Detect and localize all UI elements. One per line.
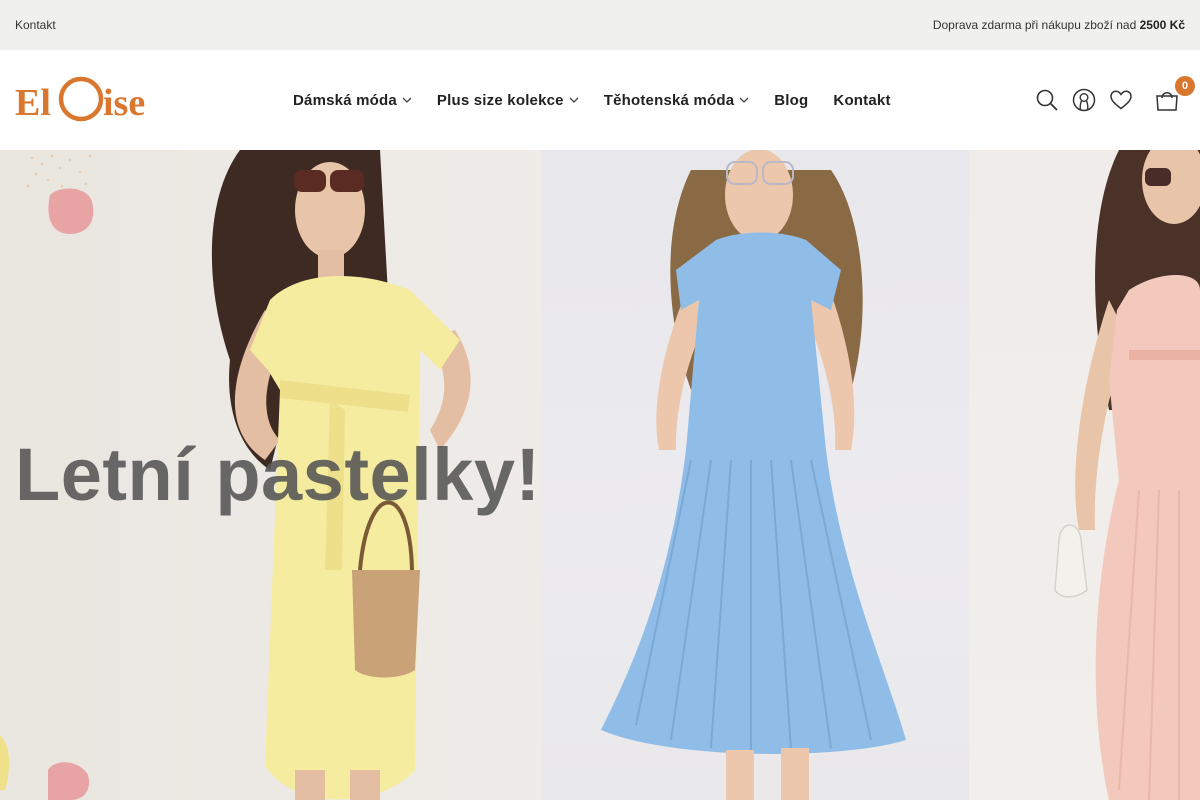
nav-item-tehotenska-moda[interactable]: Těhotenská móda (604, 92, 750, 109)
main-nav: Dámská móda Plus size kolekce Těhotenská… (293, 50, 916, 150)
contact-link[interactable]: Kontakt (15, 18, 56, 32)
heart-icon[interactable] (1109, 88, 1133, 112)
cart-button[interactable]: 0 (1155, 76, 1195, 112)
hero-title: Letní pastelky! (15, 433, 541, 516)
shipping-notice: Doprava zdarma při nákupu zboží nad 2500… (933, 18, 1185, 32)
nav-label: Těhotenská móda (603, 91, 735, 109)
svg-text:ise: ise (103, 82, 145, 124)
shipping-text: Doprava zdarma při nákupu zboží nad (932, 18, 1137, 32)
header-icons: 0 (1022, 50, 1195, 150)
nav-label: Blog (774, 91, 809, 109)
chevron-down-icon (402, 95, 412, 105)
logo[interactable]: El ise (15, 75, 167, 125)
cart-count-badge: 0 (1175, 76, 1195, 96)
nav-item-damska-moda[interactable]: Dámská móda (293, 92, 412, 109)
nav-item-plus-size[interactable]: Plus size kolekce (437, 92, 579, 109)
site-header: El ise Dámská móda Plus size kolekce Těh… (0, 50, 1200, 150)
nav-label: Plus size kolekce (436, 91, 564, 109)
hero-panel-yellow-dress: Letní pastelky! (0, 150, 541, 800)
search-icon[interactable] (1035, 88, 1059, 112)
nav-item-kontakt[interactable]: Kontakt (833, 92, 890, 109)
chevron-down-icon (739, 95, 749, 105)
shipping-threshold: 2500 Kč (1139, 18, 1185, 32)
nav-label: Dámská móda (293, 91, 397, 109)
chevron-down-icon (569, 95, 579, 105)
nav-label: Kontakt (833, 91, 891, 109)
blue-dress-model-image (601, 150, 906, 800)
logo-mark: El ise (15, 76, 145, 124)
hero-panel-pink-dress (969, 150, 1200, 800)
pink-dress-model-image (1054, 150, 1200, 800)
hero-panel-blue-dress (541, 150, 969, 800)
top-bar: Kontakt Doprava zdarma při nákupu zboží … (0, 0, 1200, 50)
hero-banner[interactable]: Letní pastelky! (0, 150, 1200, 800)
nav-item-blog[interactable]: Blog (774, 92, 808, 109)
user-icon[interactable] (1072, 88, 1096, 112)
svg-text:El: El (15, 82, 51, 124)
cart-icon (1156, 92, 1178, 111)
